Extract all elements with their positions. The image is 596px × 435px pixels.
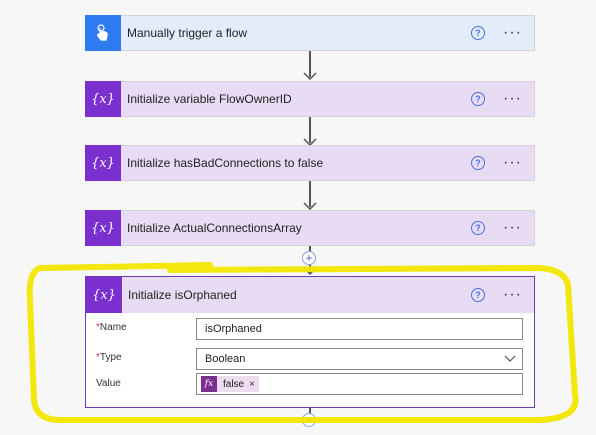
flow-canvas: Manually trigger a flow ? ··· {x} Initia… [0, 0, 596, 435]
highlight-annotation [26, 262, 579, 423]
